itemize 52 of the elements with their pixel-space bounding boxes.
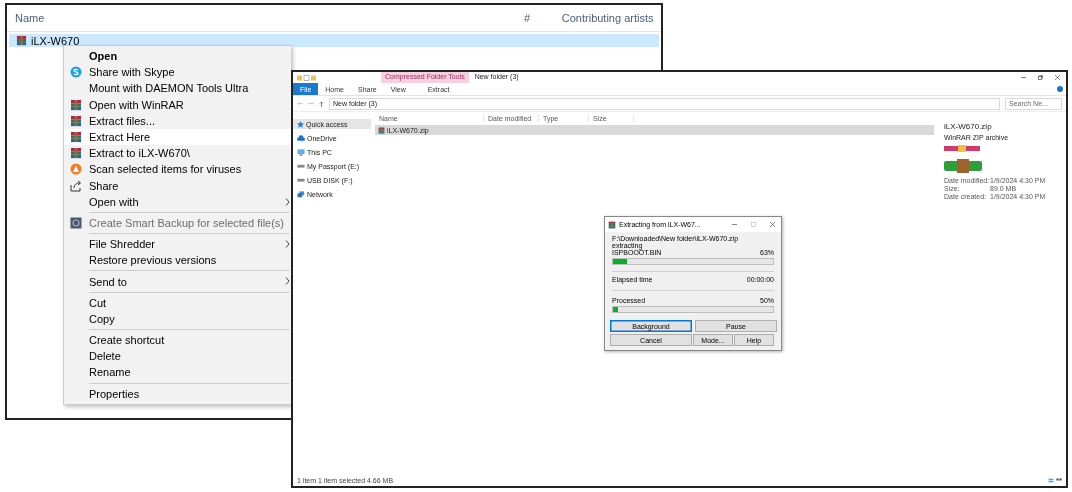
winrar-icon xyxy=(378,126,385,134)
skype-icon xyxy=(70,66,82,79)
menu-item[interactable]: Copy xyxy=(64,310,291,327)
network-icon xyxy=(297,190,305,198)
menu-item[interactable]: Extract Here xyxy=(64,128,291,146)
menu-item[interactable]: Cut xyxy=(64,294,291,311)
menu-item[interactable]: Mount with DAEMON Tools Ultra xyxy=(64,80,291,97)
menu-item[interactable]: File Shredder xyxy=(64,236,291,253)
menu-item[interactable]: Open with xyxy=(64,193,291,210)
large-icons-view-icon[interactable] xyxy=(1056,478,1062,483)
menu-item[interactable]: Open xyxy=(64,48,291,65)
menu-item[interactable]: Scan selected items for viruses xyxy=(64,161,291,178)
menu-item[interactable]: Properties xyxy=(64,385,291,402)
up-arrow-icon[interactable] xyxy=(319,100,324,107)
shield-icon xyxy=(70,163,82,176)
menu-item[interactable]: Share xyxy=(64,177,291,194)
help-icon[interactable] xyxy=(1057,86,1063,92)
winrar-icon xyxy=(16,35,27,46)
menu-item[interactable]: Open with WinRAR xyxy=(64,96,291,113)
share-icon xyxy=(70,179,82,192)
file-row[interactable]: iLX-W670 xyxy=(9,34,659,47)
restore-icon[interactable] xyxy=(1038,75,1043,80)
menu-item[interactable]: Delete xyxy=(64,348,291,365)
menu-item[interactable]: Send to xyxy=(64,273,291,290)
winrar-icon xyxy=(608,220,616,229)
column-header[interactable]: Name xyxy=(7,12,517,24)
column-header[interactable]: Contributing artists xyxy=(553,12,661,24)
close-icon[interactable] xyxy=(1055,75,1060,80)
minimize-icon[interactable] xyxy=(732,222,737,227)
menu-item[interactable]: Create shortcut xyxy=(64,332,291,349)
star-icon xyxy=(297,120,304,128)
menu-item[interactable]: Restore previous versions xyxy=(64,252,291,269)
drive-icon xyxy=(297,178,305,182)
winrar-icon xyxy=(70,130,82,143)
quick-access-toolbar-icon[interactable] xyxy=(297,74,319,81)
details-view-icon[interactable] xyxy=(1048,478,1054,483)
menu-item[interactable]: Extract to iLX-W670\ xyxy=(64,145,291,162)
winrar-icon xyxy=(70,98,82,111)
column-header[interactable]: # xyxy=(516,12,554,24)
menu-item[interactable]: Share with Skype xyxy=(64,64,291,81)
archive-drawing xyxy=(944,144,984,174)
file-name: iLX-W670.zip xyxy=(944,122,993,131)
minimize-icon[interactable] xyxy=(1021,75,1026,80)
menu-item[interactable]: Rename xyxy=(64,364,291,381)
cloud-icon xyxy=(297,135,305,141)
backup-icon xyxy=(70,216,82,229)
drive-icon xyxy=(297,164,305,168)
monitor-icon xyxy=(297,148,305,156)
menu-item[interactable]: Extract files... xyxy=(64,112,291,129)
close-icon[interactable] xyxy=(770,222,775,227)
winrar-icon xyxy=(70,147,82,160)
winrar-icon xyxy=(70,114,82,127)
